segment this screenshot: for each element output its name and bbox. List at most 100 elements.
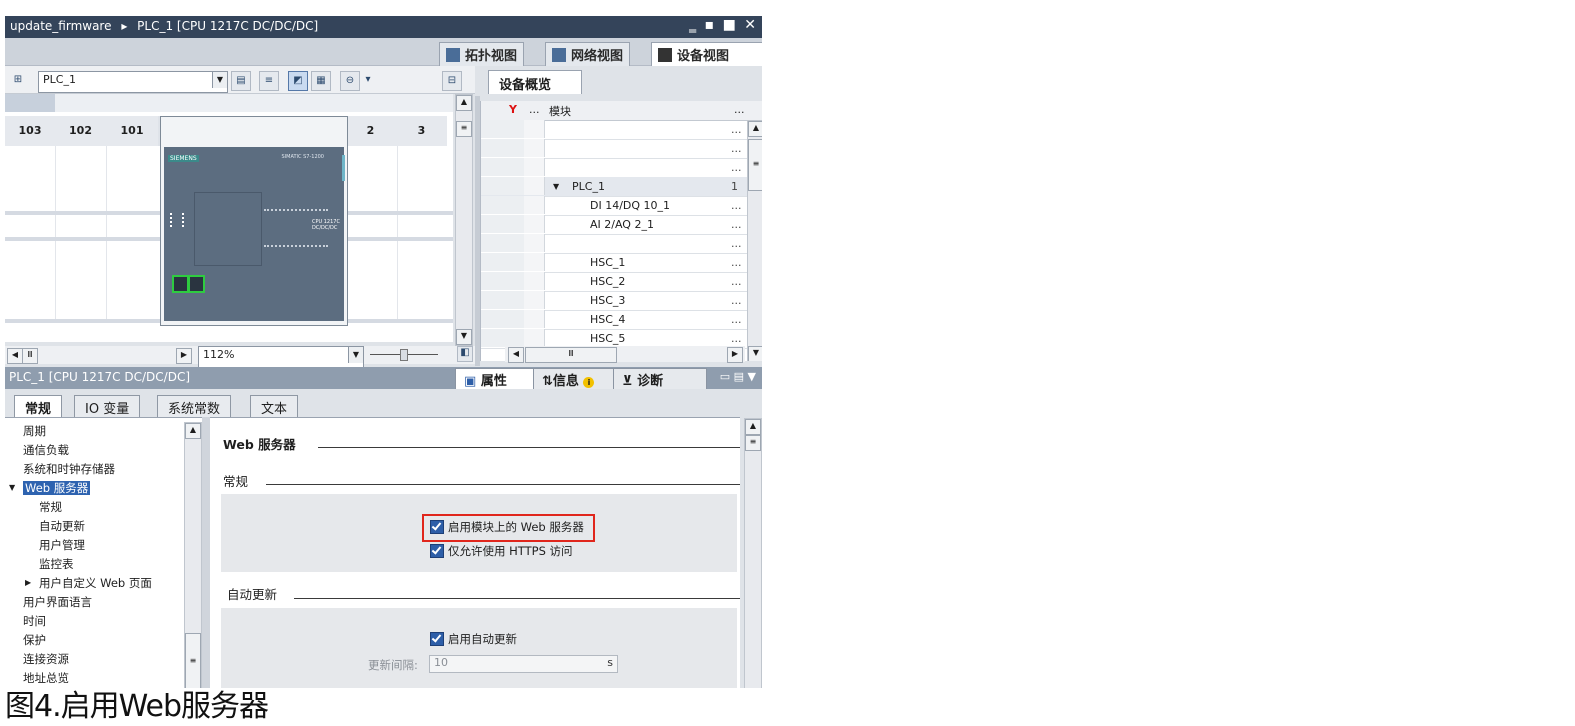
tree-item[interactable]: 系统和时钟存储器: [23, 460, 115, 478]
table-row[interactable]: HSC_4...: [481, 310, 762, 330]
scroll-up-icon[interactable]: ▲: [745, 419, 761, 435]
scroll-up-icon[interactable]: ▲: [748, 121, 762, 137]
zoom-select[interactable]: 112% ▼: [198, 346, 364, 368]
slot-2[interactable]: 2: [345, 116, 397, 146]
expand-arrow-icon[interactable]: ▼: [553, 182, 559, 191]
chevron-down-icon[interactable]: ▼: [212, 72, 227, 88]
panel-layout-icon[interactable]: ▭ ▤ ▼: [720, 370, 756, 383]
chevron-down-icon[interactable]: ▼: [348, 347, 363, 363]
tab-network-view[interactable]: 网络视图: [545, 42, 631, 68]
tree-item[interactable]: 通信负载: [23, 441, 69, 459]
table-cell: [481, 158, 507, 176]
rack-vertical-scrollbar[interactable]: ▲ ≡ ▼: [455, 94, 473, 346]
scroll-left-icon[interactable]: ◀: [7, 348, 23, 364]
ethernet-port-1[interactable]: [172, 275, 189, 293]
tree-vertical-scrollbar[interactable]: ▲ ≡: [184, 422, 202, 688]
scroll-thumb[interactable]: ≡: [748, 139, 762, 191]
table-row[interactable]: ...: [481, 139, 762, 159]
table-row[interactable]: HSC_3...: [481, 291, 762, 311]
overview-icon[interactable]: ▤: [231, 71, 251, 91]
table-row[interactable]: ▼ PLC_1 1: [481, 177, 762, 197]
tree-item[interactable]: ▶ 用户自定义 Web 页面: [25, 574, 152, 592]
grid-icon[interactable]: ▦: [311, 71, 331, 91]
tree-item[interactable]: 周期: [23, 422, 46, 440]
slot-102[interactable]: 102: [55, 116, 107, 146]
table-row[interactable]: HSC_1...: [481, 253, 762, 273]
scroll-right-icon[interactable]: ▶: [727, 347, 743, 363]
slot-101[interactable]: 101: [106, 116, 159, 146]
scroll-menu-icon[interactable]: ≡: [456, 121, 472, 137]
overview-navigation-icon[interactable]: ◧: [457, 346, 473, 362]
show-rack-icon[interactable]: ◩: [288, 71, 308, 91]
zoom-icon[interactable]: ⊖: [340, 71, 360, 91]
cpu-module[interactable]: SIEMENS SIMATIC S7-1200 CPU 1217C DC/DC/…: [160, 116, 348, 326]
tree-item[interactable]: 用户界面语言: [23, 593, 92, 611]
breadcrumb-project[interactable]: update_firmware: [10, 19, 111, 33]
restore-icon[interactable]: ▪: [705, 17, 717, 33]
tree-item[interactable]: 保护: [23, 631, 46, 649]
tree-item[interactable]: 用户管理: [39, 536, 85, 554]
show-names-icon[interactable]: ≡: [259, 71, 279, 91]
overview-horizontal-scrollbar[interactable]: ◀ Ⅲ ▶: [505, 346, 745, 363]
tree-item[interactable]: 连接资源: [23, 650, 69, 668]
table-row[interactable]: AI 2/AQ 2_1...: [481, 215, 762, 235]
scroll-down-icon[interactable]: ▼: [456, 329, 472, 345]
module-name: HSC_3: [590, 294, 626, 307]
scroll-up-icon[interactable]: ▲: [456, 95, 472, 111]
ethernet-port-2[interactable]: [188, 275, 205, 293]
enable-web-server-checkbox[interactable]: [430, 520, 444, 534]
close-icon[interactable]: ✕: [744, 17, 758, 33]
window-controls[interactable]: ‗ ▪ ■ ✕: [689, 17, 758, 33]
table-row[interactable]: ...: [481, 234, 762, 254]
column-header-more[interactable]: ...: [734, 103, 745, 116]
scroll-right-icon[interactable]: ▶: [176, 348, 192, 364]
table-row[interactable]: DI 14/DQ 10_1...: [481, 196, 762, 216]
row-value: ...: [731, 123, 742, 136]
tree-item[interactable]: 自动更新: [39, 517, 85, 535]
https-only-checkbox[interactable]: [430, 544, 444, 558]
tab-device-overview[interactable]: 设备概览: [488, 70, 582, 94]
maximize-icon[interactable]: ■: [723, 17, 738, 33]
scroll-menu-icon[interactable]: ≡: [745, 435, 761, 451]
update-interval-input[interactable]: 10 s: [429, 655, 618, 673]
tree-item[interactable]: 常规: [39, 498, 62, 516]
panel-toggle-icon[interactable]: ⊟: [442, 71, 462, 91]
slot-divider: [397, 146, 398, 322]
column-header-module[interactable]: 模块: [549, 103, 571, 119]
device-insert-icon[interactable]: ⊞: [9, 71, 27, 89]
table-row[interactable]: ...: [481, 158, 762, 178]
slot-3[interactable]: 3: [396, 116, 448, 146]
column-header-more[interactable]: ...: [529, 103, 540, 116]
table-cell: [524, 329, 545, 347]
scroll-thumb[interactable]: Ⅲ: [525, 347, 617, 363]
tree-splitter[interactable]: [202, 417, 210, 688]
tree-item[interactable]: 监控表: [39, 555, 74, 573]
collapsed-arrow-icon[interactable]: ▶: [25, 574, 31, 592]
scroll-thumb[interactable]: Ⅲ: [22, 348, 38, 364]
zoom-dropdown-icon[interactable]: ▾: [359, 71, 377, 89]
section-rule: [266, 484, 740, 485]
table-row[interactable]: ...: [481, 120, 762, 140]
tree-item[interactable]: 地址总览: [23, 669, 69, 687]
scroll-left-icon[interactable]: ◀: [508, 347, 524, 363]
enable-autoupdate-checkbox[interactable]: [430, 632, 444, 646]
breadcrumb-device[interactable]: PLC_1 [CPU 1217C DC/DC/DC]: [137, 19, 318, 33]
device-icon: [658, 48, 672, 62]
device-rack-canvas[interactable]: 103 102 101 1 2 3 SIEMENS SIMATIC S7-120…: [5, 94, 453, 342]
device-select[interactable]: PLC_1 ▼: [38, 71, 228, 93]
expanded-arrow-icon[interactable]: ▼: [9, 479, 15, 497]
tab-topology-view[interactable]: 拓扑视图: [439, 42, 525, 68]
zoom-slider-handle[interactable]: [400, 349, 408, 361]
scroll-down-icon[interactable]: ▼: [748, 346, 762, 361]
minimize-icon[interactable]: ‗: [689, 17, 698, 33]
content-vertical-scrollbar[interactable]: ▲ ≡: [744, 418, 762, 688]
tree-item[interactable]: ▼ Web 服务器: [9, 479, 91, 497]
rack-expand-icon[interactable]: [5, 94, 55, 112]
tree-item[interactable]: 时间: [23, 612, 46, 630]
tab-device-view[interactable]: 设备视图: [651, 42, 762, 68]
scroll-up-icon[interactable]: ▲: [185, 423, 201, 439]
table-row[interactable]: HSC_2...: [481, 272, 762, 292]
slot-103[interactable]: 103: [5, 116, 56, 146]
scroll-thumb[interactable]: ≡: [185, 633, 201, 688]
overview-vertical-scrollbar[interactable]: ▲ ≡ ▼: [747, 120, 762, 361]
